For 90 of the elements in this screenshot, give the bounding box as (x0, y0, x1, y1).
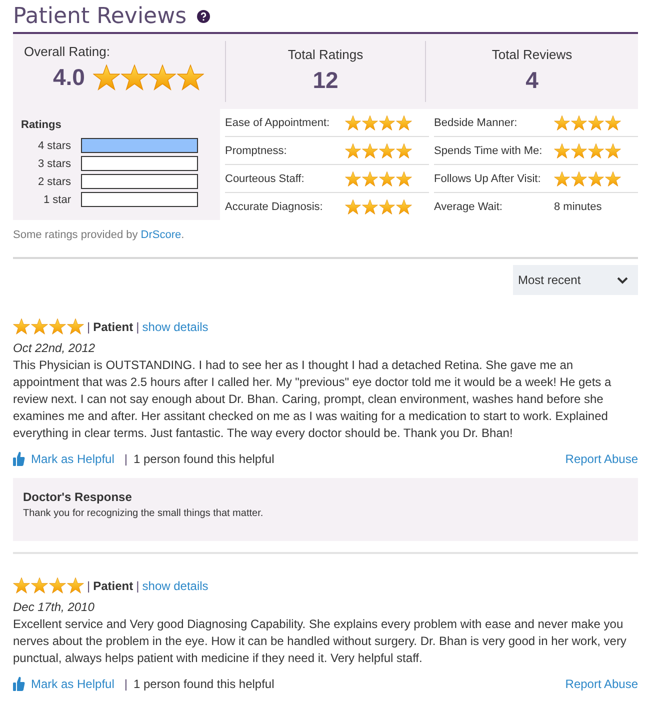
helpful-count: 1 person found this helpful (134, 452, 274, 466)
star-icon (362, 170, 378, 186)
review-author: Patient (93, 578, 134, 592)
star-icon (31, 318, 48, 335)
star-icon (554, 114, 570, 130)
category-label: Promptness: (225, 144, 288, 156)
separator: | (87, 320, 90, 334)
star-icon (13, 318, 30, 335)
review-date: Oct 22nd, 2012 (13, 341, 96, 355)
star-icon (396, 142, 412, 158)
response-title: Doctor's Response (23, 490, 133, 504)
help-icon[interactable] (196, 10, 210, 23)
sort-dropdown[interactable]: Most recent (513, 265, 638, 295)
star-icon (605, 114, 621, 130)
star-icon (31, 577, 48, 594)
star-level-label: 4 stars (36, 140, 71, 152)
star-icon (396, 170, 412, 186)
review-text: This Physician is OUTSTANDING. I had to see her as I thought I had a detached Retina. She gave me an appointment that was 2.5 hours after I called her. My "previous" eye doctor told me it would be a week! He gets a review next. I can not say enough about Dr. Bhan. Caring, prompt, clean environment, washes hand before she examines me and after. Her assitant checked on me as I was waiting for a medication to start to work. Explained everything in clear terms. Just fantastic. The way every doctor should be. Thank you Dr. Bhan! (13, 357, 612, 442)
ratings-title: Ratings (21, 119, 62, 131)
star-icon (571, 114, 587, 130)
star-icon (345, 142, 361, 158)
star-level-label: 3 stars (36, 158, 71, 170)
category-label: Follows Up After Visit: (434, 172, 542, 184)
drscore-link[interactable]: DrScore (140, 229, 182, 241)
star-icon (67, 318, 84, 335)
total-ratings-label: Total Ratings (288, 47, 364, 62)
mark-helpful-link[interactable]: Mark as Helpful (31, 676, 114, 690)
overall-rating-value: 4.0 (53, 64, 85, 91)
star-icon (379, 142, 395, 158)
show-details-link[interactable]: show details (142, 320, 208, 334)
star-icon (588, 170, 604, 186)
star-icon (571, 170, 587, 186)
star-icon (120, 64, 148, 91)
star-icon (588, 114, 604, 130)
star-icon (148, 64, 176, 91)
separator: | (136, 578, 140, 592)
total-reviews-label: Total Reviews (492, 47, 572, 62)
total-reviews-value: 4 (526, 67, 538, 94)
review-text: Excellent service and Very good Diagnosing Capability. She explains every problem with ease and never make you nerves about the problem in the eye. How it can be handled without surgery. Dr. Bhan is very good in her work, very punctual, always helps patient with medicine if they need it. Very helpful staff. (13, 616, 628, 667)
thumbs-up-icon[interactable] (13, 676, 25, 691)
category-value: 8 minutes (554, 200, 602, 212)
separator: | (136, 320, 140, 334)
report-abuse-link[interactable]: Report Abuse (565, 452, 638, 466)
report-abuse-link[interactable]: Report Abuse (565, 676, 638, 690)
show-details-link[interactable]: show details (142, 578, 208, 592)
star-icon (396, 114, 412, 130)
page-title: Patient Reviews (13, 4, 187, 29)
mark-helpful-link[interactable]: Mark as Helpful (31, 452, 114, 466)
helpful-count: 1 person found this helpful (134, 676, 274, 690)
star-icon (571, 142, 587, 158)
star-icon (554, 142, 570, 158)
category-label: Spends Time with Me: (434, 144, 544, 156)
thumbs-up-icon[interactable] (13, 451, 25, 466)
star-icon (379, 170, 395, 186)
star-icon (176, 64, 204, 91)
star-level-label: 2 stars (36, 176, 71, 188)
star-icon (362, 142, 378, 158)
star-icon (605, 142, 621, 158)
source-note: Some ratings provided by DrScore. (13, 229, 186, 241)
chevron-down-icon (617, 276, 628, 284)
separator: | (124, 676, 128, 690)
response-text: Thank you for recognizing the small things that matter. (23, 508, 264, 519)
star-icon (345, 198, 361, 214)
review-date: Dec 17th, 2010 (13, 600, 96, 614)
separator: | (124, 452, 128, 466)
star-icon (345, 114, 361, 130)
category-label: Ease of Appointment: (225, 116, 331, 128)
star-icon (396, 198, 412, 214)
star-icon (554, 170, 570, 186)
category-label: Accurate Diagnosis: (225, 200, 324, 212)
star-icon (588, 142, 604, 158)
category-label: Bedside Manner: (434, 116, 518, 128)
star-icon (379, 114, 395, 130)
star-icon (92, 64, 120, 91)
star-icon (13, 577, 30, 594)
category-label: Average Wait: (434, 200, 504, 212)
star-icon (49, 318, 66, 335)
total-ratings-value: 12 (312, 67, 338, 94)
star-icon (67, 577, 84, 594)
star-icon (345, 170, 361, 186)
star-icon (379, 198, 395, 214)
star-icon (362, 114, 378, 130)
review-author: Patient (93, 320, 134, 334)
category-label: Courteous Staff: (225, 172, 306, 184)
star-icon (362, 198, 378, 214)
star-icon (605, 170, 621, 186)
star-icon (49, 577, 66, 594)
overall-rating-label: Overall Rating: (24, 44, 110, 59)
separator: | (87, 578, 90, 592)
star-level-label: 1 star (42, 194, 71, 206)
